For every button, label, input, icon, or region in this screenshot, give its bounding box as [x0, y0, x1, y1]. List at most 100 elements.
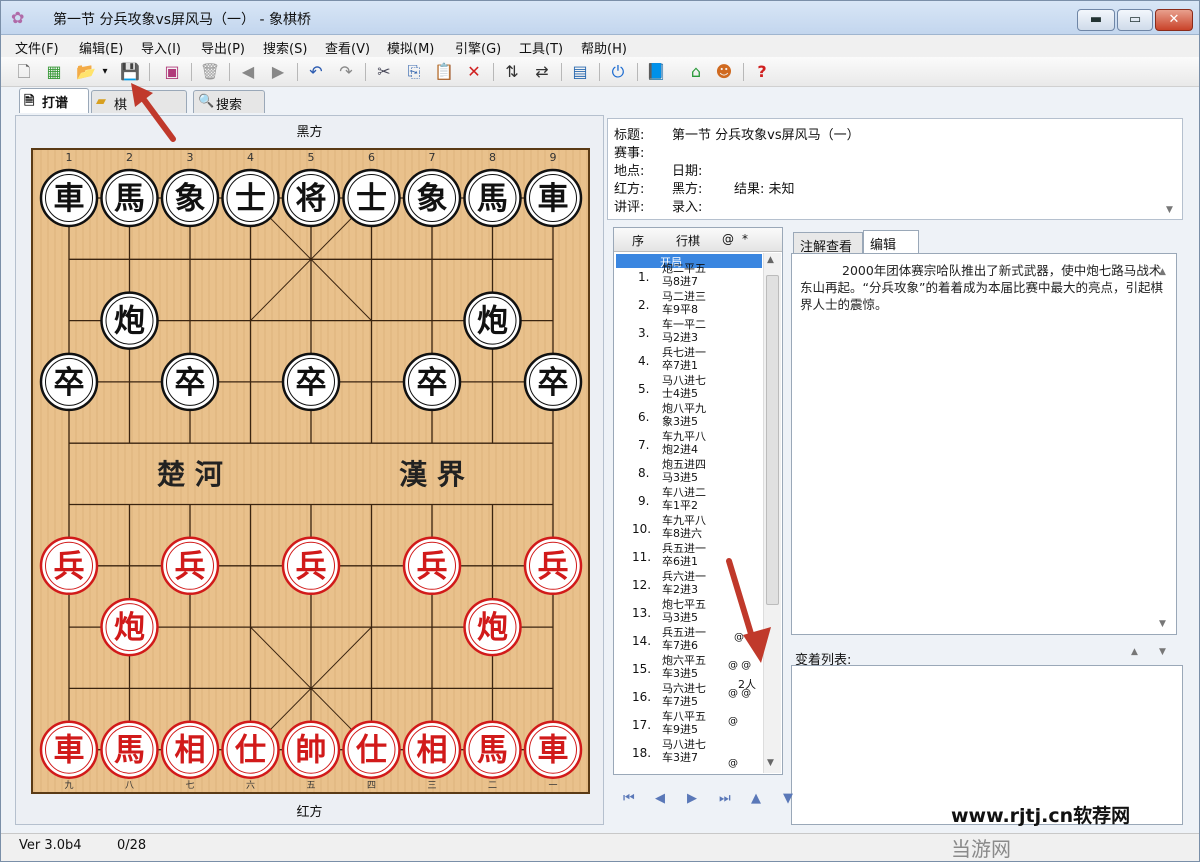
move-text[interactable]: 炮六平五 车3进5 [662, 654, 720, 680]
last-move-icon[interactable]: ⏭ [719, 791, 731, 806]
river-text-left: 楚 河 [157, 458, 223, 491]
new-file-icon[interactable]: 🗋 [13, 61, 35, 83]
chevron-up-icon[interactable]: ▲ [1131, 647, 1138, 657]
cut-icon[interactable]: ✂ [373, 61, 395, 83]
delete-icon[interactable]: 🗑 [199, 61, 221, 83]
toolbar-separator [365, 63, 366, 81]
book-icon[interactable]: 📘 [645, 61, 667, 83]
tab-edit[interactable]: 编辑 [863, 230, 919, 254]
entry-label: 录入: [672, 196, 702, 215]
menu-view[interactable]: 查看(V) [325, 38, 370, 57]
move-text[interactable]: 兵五进一 卒6进1 [662, 542, 720, 568]
properties-icon[interactable]: ▣ [161, 61, 183, 83]
toolbar-separator [191, 63, 192, 81]
up-variation-icon[interactable]: ▲ [751, 791, 761, 806]
chevron-down-icon[interactable]: ▼ [1159, 647, 1166, 657]
move-number: 6. [638, 410, 649, 424]
scroll-up-icon[interactable]: ▲ [1159, 267, 1166, 277]
title-value: 第一节 分兵攻象vs屏风马（一） [672, 124, 860, 143]
down-variation-icon[interactable]: ▼ [783, 791, 793, 806]
folder-icon: ▰ [96, 94, 106, 109]
file-number-top: 1 [66, 151, 73, 164]
move-text[interactable]: 炮八平九 象3进5 [662, 402, 720, 428]
move-text[interactable]: 炮七平五 马3进5 [662, 598, 720, 624]
close-button[interactable]: ✕ [1155, 9, 1193, 31]
tab-view-notes[interactable]: 注解查看 [793, 232, 863, 254]
open-folder-icon[interactable]: 📂 [75, 61, 97, 83]
move-text[interactable]: 兵七进一 卒7进1 [662, 346, 720, 372]
move-text[interactable]: 炮五进四 马3进5 [662, 458, 720, 484]
maximize-button[interactable]: ▭ [1117, 9, 1153, 31]
move-text[interactable]: 马八进七 士4进5 [662, 374, 720, 400]
back-icon[interactable]: ◀ [237, 61, 259, 83]
save-icon[interactable]: 💾 [119, 61, 141, 83]
forward-icon[interactable]: ▶ [267, 61, 289, 83]
scroll-down-icon[interactable]: ▼ [1159, 619, 1166, 629]
menu-import[interactable]: 导入(I) [141, 38, 181, 57]
move-text[interactable]: 车一平二 马2进3 [662, 318, 720, 344]
file-number-top: 4 [247, 151, 254, 164]
black-piece-label: 象 [175, 181, 206, 217]
chevron-down-icon[interactable]: ▾ [99, 61, 111, 83]
move-text[interactable]: 兵六进一 车2进3 [662, 570, 720, 596]
menu-simulate[interactable]: 模拟(M) [387, 38, 434, 57]
engine-icon[interactable]: ⏻ [607, 61, 629, 83]
move-text[interactable]: 车八平五 车9进5 [662, 710, 720, 736]
red-piece-label: 仕 [356, 733, 387, 769]
move-list[interactable]: 序 行棋 @ * 开局 1.炮二平五 马8进72.马二进三 车9平83.车一平二… [613, 227, 783, 775]
move-number: 1. [638, 270, 649, 284]
black-piece-label: 馬 [477, 181, 508, 217]
tab-play[interactable]: 🗎 打谱 [19, 88, 89, 113]
new-board-icon[interactable]: ▦ [43, 61, 65, 83]
menu-tools[interactable]: 工具(T) [519, 38, 563, 57]
chevron-down-icon[interactable]: ▼ [1166, 205, 1173, 215]
black-piece-label: 卒 [175, 365, 206, 401]
next-move-icon[interactable]: ▶ [687, 791, 697, 806]
home-icon[interactable]: ⌂ [685, 61, 707, 83]
menu-file[interactable]: 文件(F) [15, 38, 59, 57]
scroll-up-icon[interactable]: ▲ [767, 255, 774, 265]
menu-help[interactable]: 帮助(H) [581, 38, 627, 57]
move-number: 5. [638, 382, 649, 396]
remove-icon[interactable]: ✕ [463, 61, 485, 83]
move-text[interactable]: 马八进七 车3进7 [662, 738, 720, 764]
redo-icon[interactable]: ↷ [335, 61, 357, 83]
help-icon[interactable]: ? [751, 61, 773, 83]
move-text[interactable]: 兵五进一 车7进6 [662, 626, 720, 652]
move-text[interactable]: 车八进二 车1平2 [662, 486, 720, 512]
menu-engine[interactable]: 引擎(G) [455, 38, 501, 57]
note-editor[interactable]: 2000年团体赛宗哈队推出了新式武器，使中炮七路马战术东山再起。“分兵攻象”的着… [791, 253, 1177, 635]
flip-horizontal-icon[interactable]: ⇄ [531, 61, 553, 83]
tab-play-label: 打谱 [42, 96, 68, 111]
move-number: 14. [632, 634, 651, 648]
move-number: 12. [632, 578, 651, 592]
undo-icon[interactable]: ↶ [305, 61, 327, 83]
move-text[interactable]: 炮二平五 马8进7 [662, 262, 720, 288]
chess-board[interactable]: 123456789九八七六五四三二一楚 河漢 界車馬象士将士象馬車炮炮卒卒卒卒卒… [31, 148, 590, 794]
scroll-down-icon[interactable]: ▼ [767, 758, 774, 768]
move-number: 16. [632, 690, 651, 704]
move-text[interactable]: 马二进三 车9平8 [662, 290, 720, 316]
prev-move-icon[interactable]: ◀ [655, 791, 665, 806]
scroll-thumb[interactable] [766, 275, 779, 605]
board-view-icon[interactable]: ▤ [569, 61, 591, 83]
move-text[interactable]: 马六进七 车7进5 [662, 682, 720, 708]
users-icon[interactable]: ☻ [713, 61, 735, 83]
move-text[interactable]: 车九平八 炮2进4 [662, 430, 720, 456]
move-text[interactable]: 车九平八 车8进六 [662, 514, 720, 540]
flip-vertical-icon[interactable]: ⇅ [501, 61, 523, 83]
move-list-scrollbar[interactable]: ▲ ▼ [763, 253, 781, 773]
move-number: 4. [638, 354, 649, 368]
first-move-icon[interactable]: ⏮ [623, 791, 635, 806]
menu-edit[interactable]: 编辑(E) [79, 38, 123, 57]
tab-search[interactable]: 🔍 搜索 [193, 90, 265, 113]
paste-icon[interactable]: 📋 [433, 61, 455, 83]
minimize-button[interactable]: ▬ [1077, 9, 1115, 31]
red-piece-label: 仕 [235, 733, 266, 769]
menu-export[interactable]: 导出(P) [201, 38, 245, 57]
comment-label: 讲评: [614, 196, 644, 215]
move-number: 17. [632, 718, 651, 732]
copy-icon[interactable]: ⎘ [403, 61, 425, 83]
window-title: 第一节 分兵攻象vs屏风马（一） - 象棋桥 [53, 9, 311, 29]
menu-search[interactable]: 搜索(S) [263, 38, 307, 57]
